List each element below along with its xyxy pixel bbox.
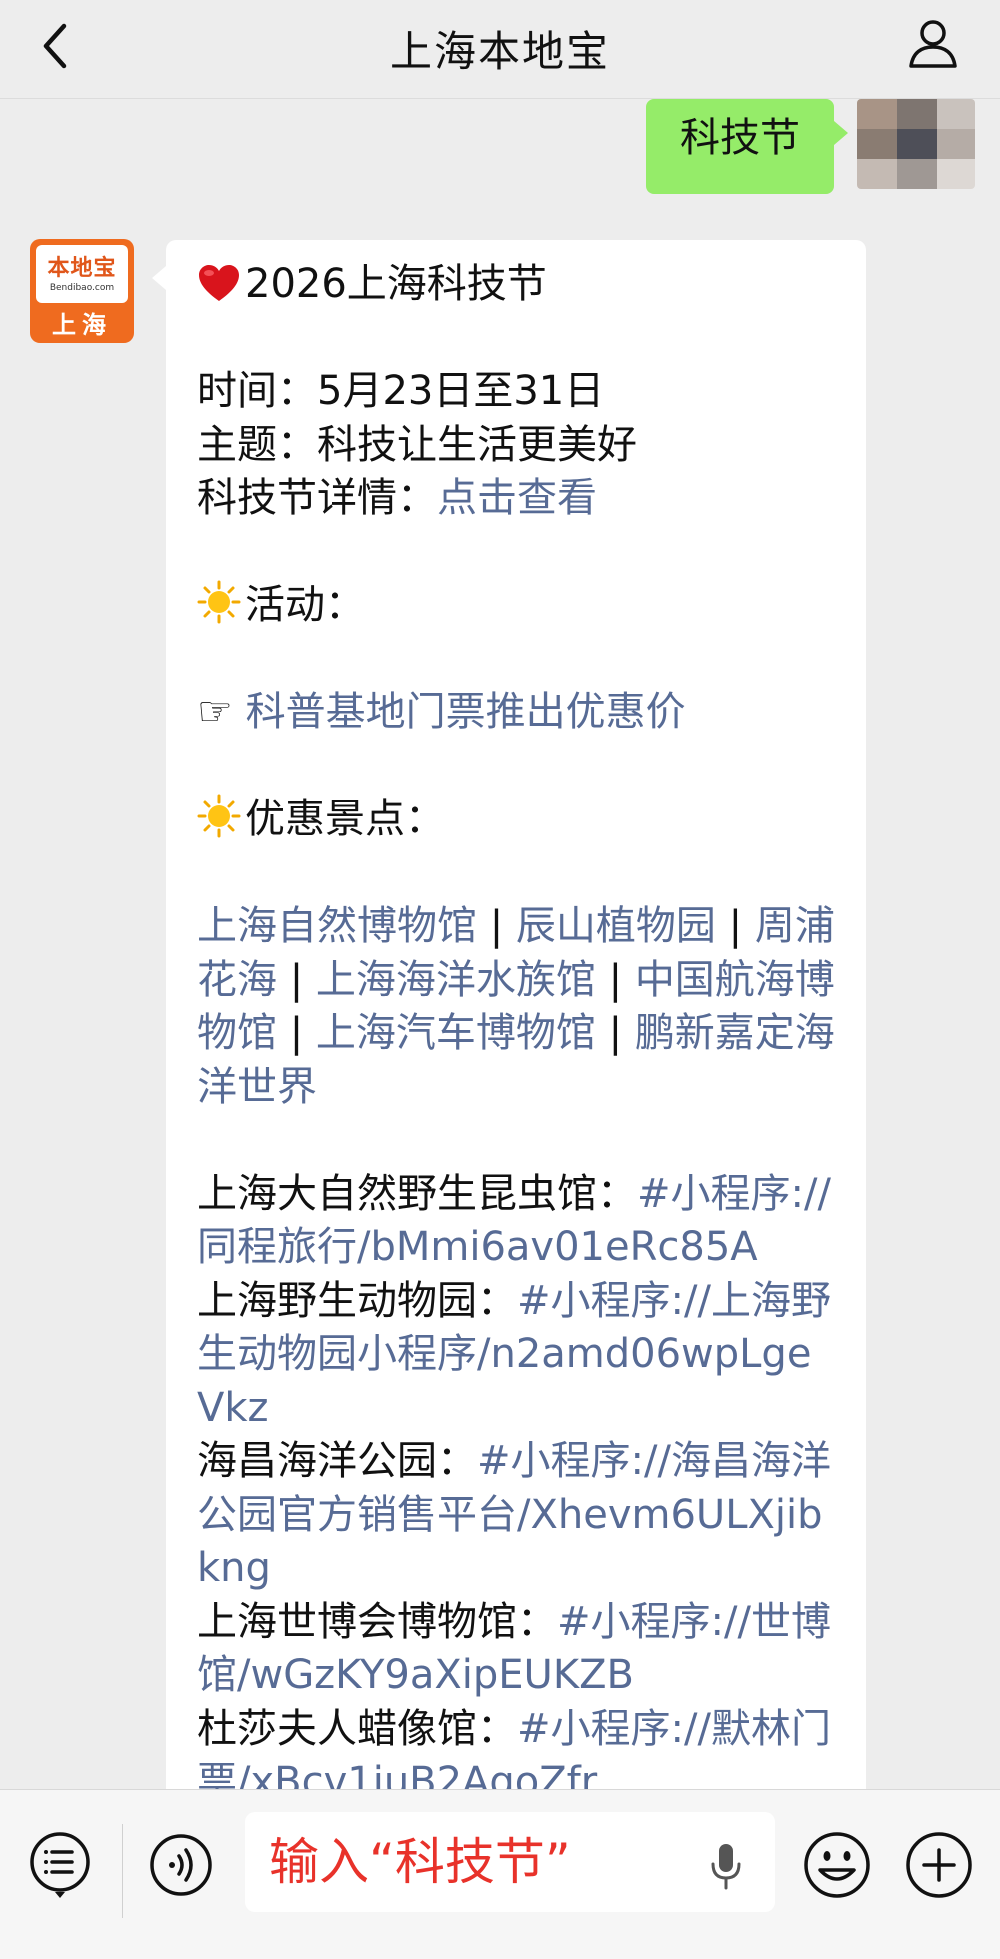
- menu-divider: [122, 1824, 123, 1918]
- spot-link[interactable]: 上海汽车博物馆: [316, 1010, 596, 1056]
- spot-link[interactable]: 辰山植物园: [516, 903, 729, 949]
- spot-separator: |: [277, 956, 316, 1003]
- voice-icon[interactable]: [148, 1832, 214, 1898]
- message-input[interactable]: 输入“科技节”: [245, 1812, 775, 1912]
- mic-icon[interactable]: [709, 1842, 743, 1890]
- spots-label: 优惠景点：: [245, 796, 445, 842]
- spot-separator: |: [477, 903, 516, 949]
- program-label: 上海大自然野生昆虫馆：: [197, 1170, 637, 1217]
- details-link[interactable]: 点击查看: [437, 475, 597, 521]
- spot-separator: |: [277, 1010, 316, 1056]
- spot-separator: |: [595, 956, 635, 1003]
- reply-time: 时间：5月23日至31日: [197, 368, 605, 414]
- heart-icon: [199, 265, 239, 301]
- program-label: 上海世博会博物馆：: [197, 1598, 557, 1645]
- activity-label: 活动：: [245, 582, 365, 628]
- program-label: 杜莎夫人蜡像馆：: [197, 1705, 517, 1752]
- pointing-hand-icon: ☞: [197, 689, 233, 735]
- spot-link[interactable]: 上海海洋水族馆: [316, 957, 596, 1003]
- reply-heading: 2026上海科技节: [245, 261, 547, 307]
- spot-link[interactable]: 上海自然博物馆: [197, 903, 477, 949]
- top-bar: 上海本地宝: [0, 0, 1000, 99]
- reply-content: 2026上海科技节 时间：5月23日至31日 主题：科技让生活更美好 科技节详情…: [197, 258, 837, 1789]
- avatar-url: Bendibao.com: [49, 283, 115, 293]
- details-label: 科技节详情：: [197, 475, 437, 521]
- activity-link[interactable]: 科普基地门票推出优惠价: [246, 689, 686, 735]
- spot-separator: |: [595, 1010, 635, 1056]
- input-hint-text: 输入“科技节”: [269, 1833, 571, 1891]
- spots-list: 上海自然博物馆 | 辰山植物园 | 周浦花海 | 上海海洋水族馆 | 中国航海博…: [197, 900, 837, 1114]
- plus-icon[interactable]: [904, 1830, 974, 1900]
- chat-area[interactable]: 科技节 本地宝 Bendibao.com 上海 2026上海科技节 时间：5月2…: [0, 99, 1000, 1789]
- input-bar: 输入“科技节”: [0, 1789, 1000, 1959]
- spot-separator: |: [728, 903, 755, 949]
- reply-bubble: 2026上海科技节 时间：5月23日至31日 主题：科技让生活更美好 科技节详情…: [152, 240, 866, 1789]
- reply-theme: 主题：科技让生活更美好: [197, 421, 637, 468]
- page-title: 上海本地宝: [389, 27, 610, 76]
- emoji-icon[interactable]: [802, 1830, 872, 1900]
- sun-icon: [197, 794, 241, 838]
- avatar-city: 上海: [52, 311, 112, 339]
- my-avatar[interactable]: [857, 99, 975, 189]
- person-icon[interactable]: [906, 16, 960, 70]
- program-label: 上海野生动物园：: [197, 1277, 517, 1324]
- menu-list-icon[interactable]: [28, 1830, 92, 1900]
- avatar-brand: 本地宝: [47, 256, 117, 281]
- my-message-bubble[interactable]: 科技节: [646, 99, 848, 194]
- program-label: 海昌海洋公园：: [197, 1438, 477, 1484]
- bendibao-avatar[interactable]: 本地宝 Bendibao.com 上海: [30, 239, 134, 343]
- sun-icon: [197, 580, 241, 624]
